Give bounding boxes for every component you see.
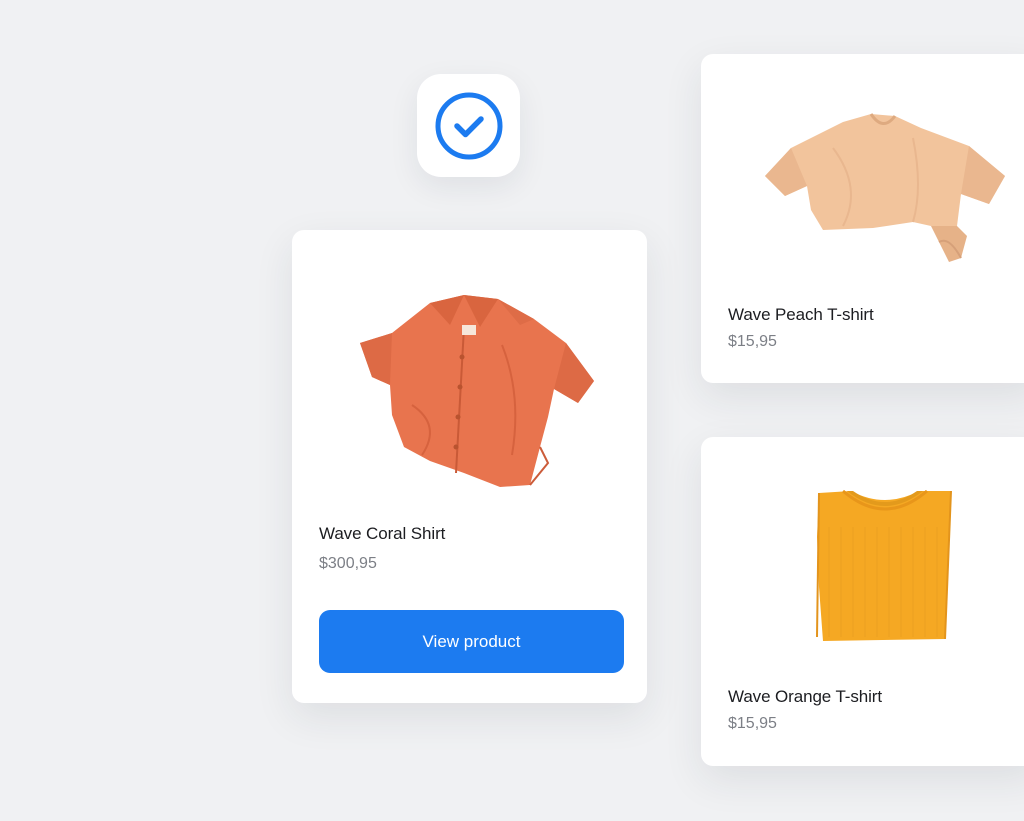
featured-product-card: Wave Coral Shirt $300,95 View product <box>292 230 647 703</box>
product-card-peach[interactable]: Wave Peach T-shirt $15,95 <box>701 54 1024 383</box>
check-circle-icon <box>435 92 502 159</box>
status-check-tile <box>417 74 520 177</box>
view-product-button[interactable]: View product <box>319 610 624 673</box>
product-price-peach: $15,95 <box>728 333 777 350</box>
orange-tshirt-image <box>816 489 952 641</box>
product-name-peach: Wave Peach T-shirt <box>728 305 874 324</box>
coral-shirt-image <box>360 295 594 487</box>
peach-tshirt-image <box>765 113 1005 262</box>
product-name-orange: Wave Orange T-shirt <box>728 687 882 706</box>
featured-product-price: $300,95 <box>319 555 377 572</box>
featured-product-name: Wave Coral Shirt <box>319 524 446 543</box>
product-card-orange[interactable]: Wave Orange T-shirt $15,95 <box>701 437 1024 766</box>
product-price-orange: $15,95 <box>728 715 777 732</box>
